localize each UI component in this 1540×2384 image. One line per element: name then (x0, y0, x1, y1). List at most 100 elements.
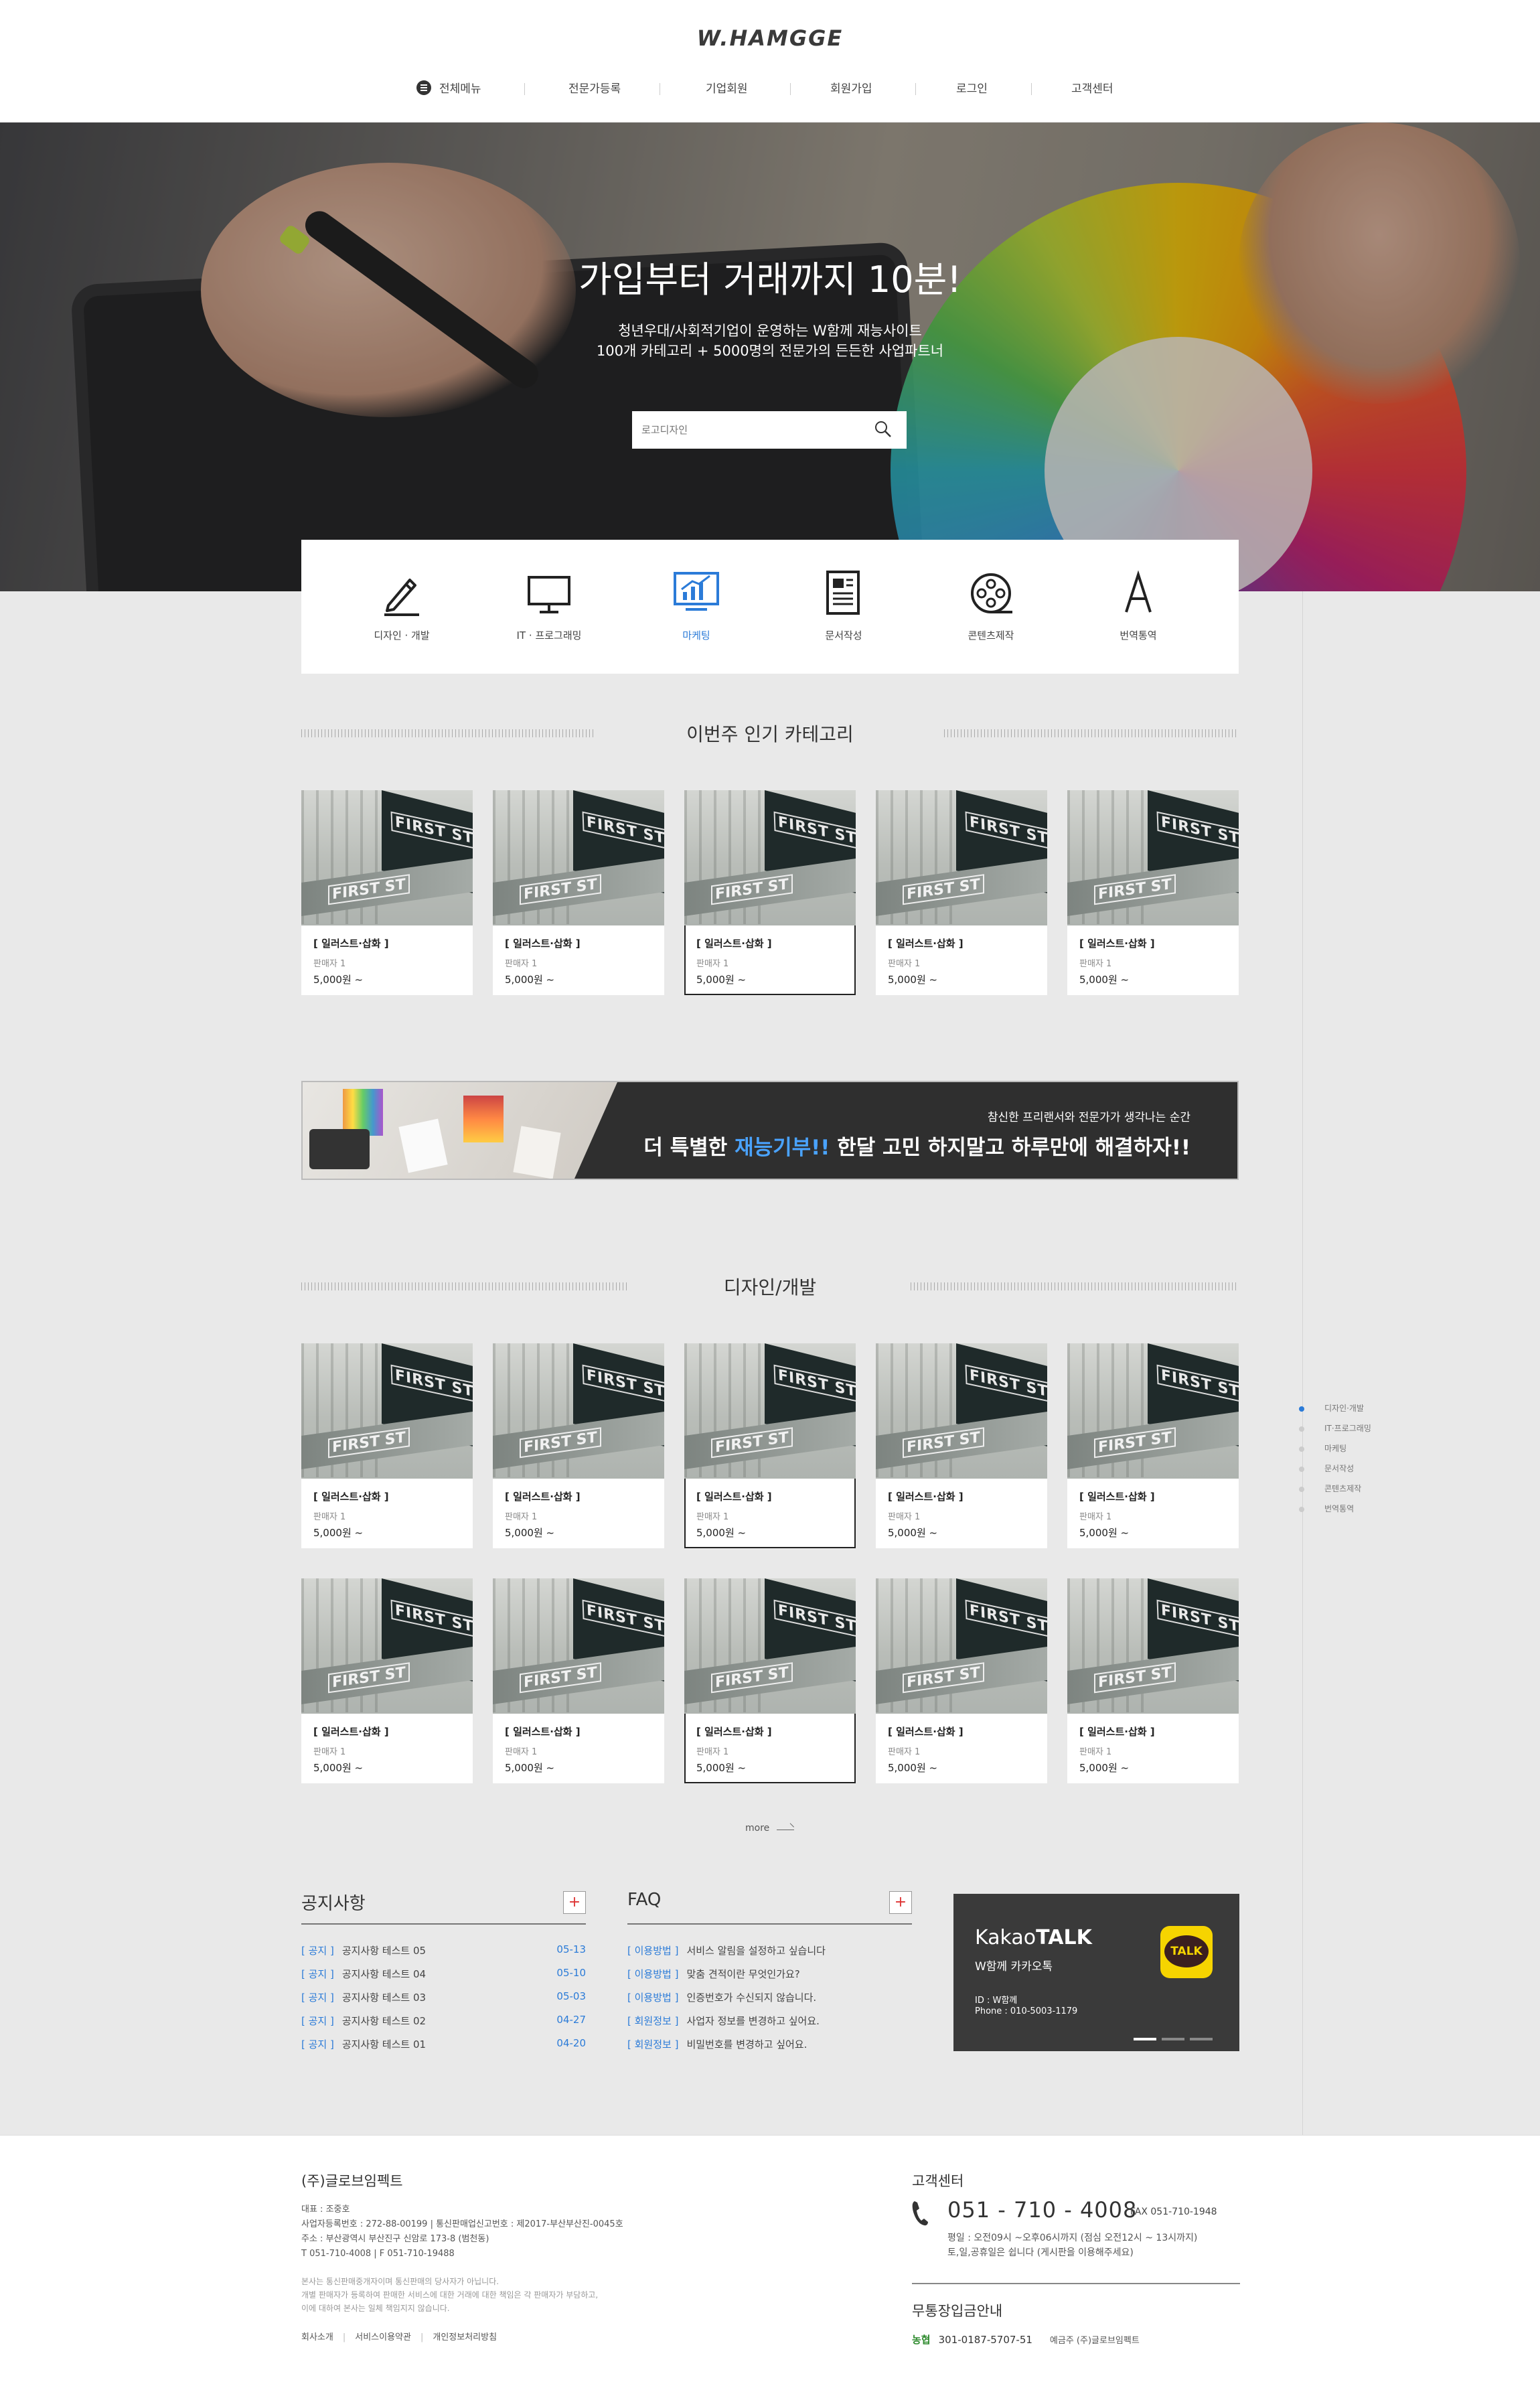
notice-more-button[interactable]: + (563, 1891, 586, 1914)
notice-item[interactable]: [ 공지 ] 공지사항 테스트 02 04-27 (301, 2014, 586, 2037)
search-input[interactable] (641, 419, 856, 441)
product-card[interactable]: FIRST ST FIRST ST [ 일러스트·삽화 ] 판매자 1 5,000… (1067, 790, 1239, 995)
faq-item[interactable]: [ 이용방법 ] 서비스 알림을 설정하고 싶습니다 (627, 1943, 912, 1967)
customer-center-fax: FAX 051-710-1948 (1130, 2207, 1217, 2217)
nav-expert-register[interactable]: 전문가등록 (568, 79, 621, 96)
nav-login[interactable]: 로그인 (956, 79, 988, 96)
category-content[interactable]: 콘텐츠제작 (931, 567, 1051, 642)
notice-item[interactable]: [ 공지 ] 공지사항 테스트 05 05-13 (301, 1943, 586, 1967)
nav-all-menu[interactable]: 전체메뉴 (416, 79, 481, 96)
customer-center-title: 고객센터 (912, 2173, 964, 2189)
search-icon[interactable] (874, 421, 892, 438)
side-nav-item-content[interactable]: 콘텐츠제작 (1299, 1483, 1371, 1503)
side-nav-item-marketing[interactable]: 마케팅 (1299, 1442, 1371, 1463)
category-it-programming[interactable]: IT · 프로그래밍 (489, 567, 609, 642)
product-card[interactable]: FIRST ST FIRST ST [ 일러스트·삽화 ] 판매자 1 5,000… (876, 790, 1047, 995)
side-nav-item-it[interactable]: IT·프로그래밍 (1299, 1422, 1371, 1442)
nav-dot-icon (1299, 1426, 1304, 1432)
faq-item[interactable]: [ 이용방법 ] 인증번호가 수신되지 않습니다. (627, 1990, 912, 2014)
product-thumbnail: FIRST ST FIRST ST (1067, 1343, 1239, 1479)
kakaotalk-pager (1128, 2030, 1213, 2043)
main-nav: 전체메뉴 전문가등록 기업회원 회원가입 로그인 고객센터 (0, 79, 1540, 99)
product-price: 5,000원 ~ (1079, 974, 1130, 986)
kakaotalk-name: W함께 카카오톡 (975, 1960, 1053, 1973)
side-nav-item-translation[interactable]: 번역통역 (1299, 1503, 1371, 1523)
nav-dot-icon (1299, 1446, 1304, 1452)
pager-dot[interactable] (1134, 2038, 1156, 2040)
product-card[interactable]: FIRST ST FIRST ST [ 일러스트·삽화 ] 판매자 1 5,000… (876, 1578, 1047, 1783)
notice-list: [ 공지 ] 공지사항 테스트 05 05-13 [ 공지 ] 공지사항 테스트 04… (301, 1943, 586, 2061)
notice-item[interactable]: [ 공지 ] 공지사항 테스트 01 04-20 (301, 2037, 586, 2061)
category-translation[interactable]: 번역통역 (1078, 567, 1199, 642)
nav-signup[interactable]: 회원가입 (830, 79, 872, 96)
hero-subtitle-line: 청년우대/사회적기업이 운영하는 W함께 재능사이트 (618, 323, 922, 339)
footer-link-terms[interactable]: 서비스이용약관 (355, 2332, 411, 2342)
product-card[interactable]: FIRST ST FIRST ST [ 일러스트·삽화 ] 판매자 1 5,000… (684, 1343, 856, 1548)
side-nav-item-document[interactable]: 문서작성 (1299, 1463, 1371, 1483)
product-card[interactable]: FIRST ST FIRST ST [ 일러스트·삽화 ] 판매자 1 5,000… (493, 790, 664, 995)
product-card[interactable]: FIRST ST FIRST ST [ 일러스트·삽화 ] 판매자 1 5,000… (1067, 1343, 1239, 1548)
popular-section-heading: 이번주 인기 카테고리 (301, 720, 1239, 747)
kakaotalk-icon: TALK (1160, 1926, 1213, 1978)
notice-title: 공지사항 (301, 1894, 366, 1914)
category-design-dev[interactable]: 디자인 · 개발 (341, 567, 462, 642)
pager-dot[interactable] (1162, 2038, 1184, 2040)
section-title: 디자인/개발 (723, 1276, 817, 1298)
product-card[interactable]: FIRST ST FIRST ST [ 일러스트·삽화 ] 판매자 1 5,000… (301, 1343, 473, 1548)
nav-dot-icon (1299, 1406, 1304, 1412)
product-card[interactable]: FIRST ST FIRST ST [ 일러스트·삽화 ] 판매자 1 5,000… (301, 1578, 473, 1783)
footer-link-privacy[interactable]: 개인정보처리방침 (433, 2332, 497, 2342)
menu-icon (416, 80, 431, 95)
chart-monitor-icon (674, 572, 719, 611)
product-card[interactable]: FIRST ST FIRST ST [ 일러스트·삽화 ] 판매자 1 5,000… (684, 790, 856, 995)
faq-list: [ 이용방법 ] 서비스 알림을 설정하고 싶습니다 [ 이용방법 ] 맞춤 견적이… (627, 1943, 912, 2061)
bank-account-holder: 예금주 (주)글로브임펙트 (1049, 2336, 1140, 2346)
product-card[interactable]: FIRST ST FIRST ST [ 일러스트·삽화 ] 판매자 1 5,000… (493, 1578, 664, 1783)
product-card[interactable]: FIRST ST FIRST ST [ 일러스트·삽화 ] 판매자 1 5,000… (684, 1578, 856, 1783)
faq-item[interactable]: [ 이용방법 ] 맞춤 견적이란 무엇인가요? (627, 1967, 912, 1990)
product-card[interactable]: FIRST ST FIRST ST [ 일러스트·삽화 ] 판매자 1 5,000… (301, 790, 473, 995)
product-price: 5,000원 ~ (888, 1527, 938, 1539)
product-title: [ 일러스트·삽화 ] (888, 1726, 964, 1738)
product-price: 5,000원 ~ (505, 1527, 555, 1539)
nav-dot-icon (1299, 1467, 1304, 1472)
more-link[interactable]: more (745, 1823, 769, 1834)
pager-dot[interactable] (1190, 2038, 1213, 2040)
letter-a-icon (1125, 570, 1152, 613)
side-nav-item-design-dev[interactable]: 디자인·개발 (1299, 1402, 1371, 1422)
product-seller: 판매자 1 (1079, 1512, 1112, 1522)
product-thumbnail: FIRST ST FIRST ST (301, 1578, 473, 1714)
kakaotalk-banner[interactable]: KakaoTALK W함께 카카오톡 ID : W함께 Phone : 010-… (953, 1894, 1239, 2051)
product-title: [ 일러스트·삽화 ] (888, 938, 964, 950)
product-card[interactable]: FIRST ST FIRST ST [ 일러스트·삽화 ] 판매자 1 5,000… (493, 1343, 664, 1548)
product-seller: 판매자 1 (313, 1747, 346, 1757)
product-card[interactable]: FIRST ST FIRST ST [ 일러스트·삽화 ] 판매자 1 5,000… (876, 1343, 1047, 1548)
product-card[interactable]: FIRST ST FIRST ST [ 일러스트·삽화 ] 판매자 1 5,000… (1067, 1578, 1239, 1783)
banner-subtext: 참신한 프리랜서와 전문가가 생각나는 순간 (987, 1111, 1190, 1124)
nav-dot-icon (1299, 1487, 1304, 1492)
product-price: 5,000원 ~ (1079, 1527, 1130, 1539)
nav-divider (790, 83, 791, 95)
board-divider (301, 1923, 586, 1925)
nav-divider (1031, 83, 1032, 95)
site-logo[interactable]: W.HAMGGE (0, 25, 1540, 51)
site-footer: (주)글로브임펙트 대표 : 조중호 사업자등록번호 : 272-88-0019… (0, 2135, 1540, 2384)
notice-item[interactable]: [ 공지 ] 공지사항 테스트 04 05-10 (301, 1967, 586, 1990)
nav-business-member[interactable]: 기업회원 (706, 79, 748, 96)
footer-company-name: (주)글로브임펙트 (301, 2173, 403, 2189)
customer-center-hours: 평일 : 오전09시 ~오후06시까지 (점심 오전12시 ~ 13시까지) 토… (947, 2233, 1198, 2258)
faq-item[interactable]: [ 회원정보 ] 사업자 정보를 변경하고 싶어요. (627, 2014, 912, 2037)
nav-customer-center[interactable]: 고객센터 (1071, 79, 1113, 96)
side-quick-nav: 디자인·개발 IT·프로그래밍 마케팅 문서작성 콘텐츠제작 번역통역 (1299, 1402, 1371, 1523)
product-seller: 판매자 1 (505, 1747, 538, 1757)
site-header: W.HAMGGE 전체메뉴 전문가등록 기업회원 회원가입 로그인 고객센터 (0, 0, 1540, 123)
category-marketing[interactable]: 마케팅 (636, 567, 757, 642)
faq-item[interactable]: [ 회원정보 ] 비밀번호를 변경하고 싶어요. (627, 2037, 912, 2061)
product-price: 5,000원 ~ (1079, 1762, 1130, 1774)
promo-banner[interactable]: 참신한 프리랜서와 전문가가 생각나는 순간 더 특별한 재능기부!! 한달 고… (301, 1081, 1239, 1180)
faq-more-button[interactable]: + (889, 1891, 912, 1914)
pencil-icon (384, 579, 419, 616)
footer-link-about[interactable]: 회사소개 (301, 2332, 333, 2342)
category-document[interactable]: 문서작성 (783, 567, 904, 642)
notice-item[interactable]: [ 공지 ] 공지사항 테스트 03 05-03 (301, 1990, 586, 2014)
